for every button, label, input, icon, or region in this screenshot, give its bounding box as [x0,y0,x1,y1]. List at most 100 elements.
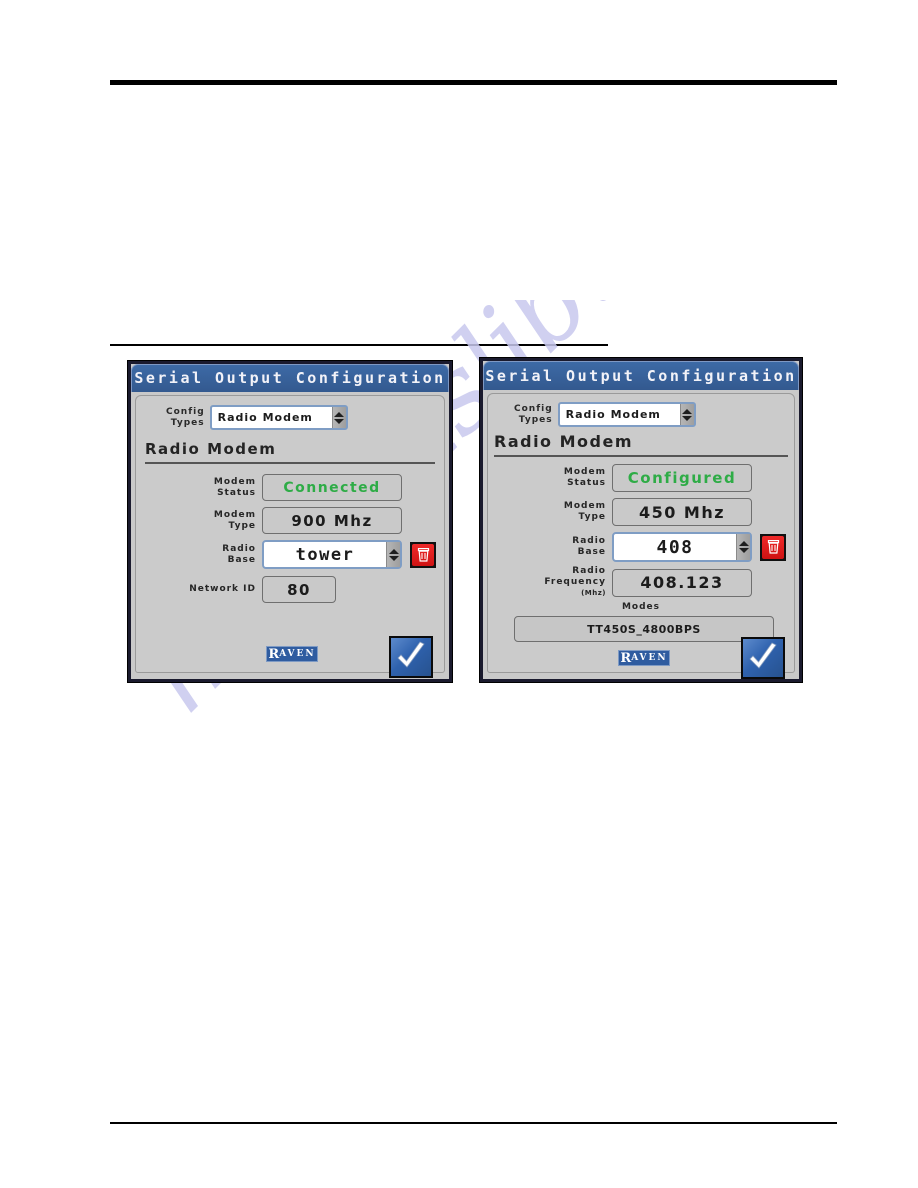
config-types-row-left: Config Types Radio Modem [166,405,348,430]
config-types-label-line1: Config [166,406,205,417]
label-line1: Network ID [189,584,256,594]
field-row-radio-frequency-right: Radio Frequency (Mhz) 408.123 [516,566,752,599]
device-inner-left: Serial Output Configuration Config Types… [131,364,449,679]
modes-label-right: Modes [621,602,661,612]
trash-icon [767,540,779,554]
field-label-modem-type-left: Modem Type [192,510,256,532]
field-value-modem-type-left: 900 Mhz [262,507,402,534]
label-line1: Modem [213,476,256,487]
device-screenshot-right: Serial Output Configuration Config Types… [479,357,803,683]
field-row-modem-type-right: Modem Type 450 Mhz [536,498,752,526]
delete-radio-base-button-right[interactable] [760,533,786,561]
config-types-value-right: Radio Modem [565,408,661,421]
raven-logo-rest: AVEN [631,653,668,663]
config-types-label-line1: Config [514,403,553,414]
field-value-radio-base-right: 408 [656,536,694,558]
config-types-select-right[interactable]: Radio Modem [557,402,696,427]
checkmark-icon [397,641,425,668]
label-sublabel: (Mhz) [581,589,606,597]
spinner-up-arrow-icon[interactable] [334,411,345,417]
field-label-radio-base-left: Radio Base [192,544,256,566]
raven-logo-rest: AVEN [279,649,316,659]
field-label-modem-status-right: Modem Status [536,467,606,489]
device-screenshot-left: Serial Output Configuration Config Types… [127,360,453,683]
section-heading-left: Radio Modem [145,440,277,458]
screen-body-left: Config Types Radio Modem Radio Modem Mod… [135,395,445,678]
screen-body-right: Config Types Radio Modem Radio Modem Mod… [487,393,795,679]
label-line2: Frequency [544,577,606,587]
field-value-radio-base-left: tower [295,544,355,565]
section-divider-left [145,462,435,464]
field-row-network-id-left: Network ID 80 [160,576,336,603]
checkmark-icon [749,642,777,669]
raven-logo-left: R AVEN [266,646,318,662]
delete-button-face [762,535,784,559]
config-types-value-left: Radio Modem [217,411,313,424]
field-value-radio-frequency-right: 408.123 [612,568,752,597]
label-line1: Radio [572,536,606,546]
radio-base-spinner-left[interactable] [386,542,400,567]
config-types-spinner-right[interactable] [679,404,694,425]
label-line2: Type [228,520,256,531]
label-line2: Status [217,487,256,498]
field-input-radio-base-left[interactable]: tower [262,540,402,569]
radio-base-spinner-right[interactable] [736,534,750,560]
field-row-modem-status-right: Modem Status Configured [536,464,752,492]
field-row-modem-type-left: Modem Type 900 Mhz [192,507,402,534]
label-line2: Status [567,478,606,488]
raven-logo-initial: R [268,646,280,662]
config-types-label-right: Config Types [514,404,553,426]
label-line1: Modem [213,509,256,520]
field-row-radio-base-right: Radio Base 408 [536,532,786,562]
spinner-down-arrow-icon[interactable] [738,548,749,553]
field-label-radio-base-right: Radio Base [536,536,606,558]
field-value-modem-status-right: Configured [612,464,752,492]
field-value-modem-status-left: Connected [262,474,402,501]
label-line2: Type [578,512,606,522]
field-label-network-id-left: Network ID [160,584,256,595]
trash-icon [417,547,429,562]
field-row-modem-status-left: Modem Status Connected [192,474,402,501]
titlebar-left: Serial Output Configuration [131,364,449,392]
label-line1: Modem [563,467,606,477]
label-line1: Radio [572,566,606,576]
label-line2: Base [577,547,606,557]
label-line1: Modem [563,501,606,511]
config-types-spinner-left[interactable] [331,407,346,428]
section-heading-right: Radio Modem [494,432,634,451]
label-line1: Radio [222,543,256,554]
device-inner-right: Serial Output Configuration Config Types… [483,361,799,679]
raven-logo-initial: R [620,650,632,666]
titlebar-right: Serial Output Configuration [483,361,799,390]
field-input-radio-base-right[interactable]: 408 [612,532,752,562]
accept-button-face [391,638,431,676]
field-label-modem-status-left: Modem Status [192,477,256,499]
spinner-down-arrow-icon[interactable] [388,555,399,561]
spinner-up-arrow-icon[interactable] [738,541,749,546]
section-divider-right [494,455,788,457]
field-value-modem-type-right: 450 Mhz [612,498,752,526]
label-line2: Base [227,554,256,565]
page-rule-middle [110,344,608,346]
page-rule-bottom [110,1122,837,1124]
field-value-network-id-left: 80 [262,576,336,603]
field-row-radio-base-left: Radio Base tower [192,540,436,569]
config-types-label-left: Config Types [166,407,205,429]
delete-radio-base-button-left[interactable] [410,541,436,568]
raven-logo-right: R AVEN [618,650,670,666]
field-label-radio-frequency-right: Radio Frequency (Mhz) [516,566,606,599]
delete-button-face [412,543,434,566]
spinner-up-arrow-icon[interactable] [388,548,399,554]
spinner-down-arrow-icon[interactable] [334,418,345,424]
modes-value-right: TT450S_4800BPS [514,616,774,642]
config-types-select-left[interactable]: Radio Modem [209,405,348,430]
config-types-label-line2: Types [170,417,205,428]
accept-button-right[interactable] [741,637,785,679]
field-label-modem-type-right: Modem Type [536,501,606,523]
config-types-row-right: Config Types Radio Modem [514,402,696,427]
spinner-up-arrow-icon[interactable] [682,408,693,414]
page-rule-top [110,80,837,85]
accept-button-face [743,639,783,677]
spinner-down-arrow-icon[interactable] [682,415,693,421]
accept-button-left[interactable] [389,636,433,678]
